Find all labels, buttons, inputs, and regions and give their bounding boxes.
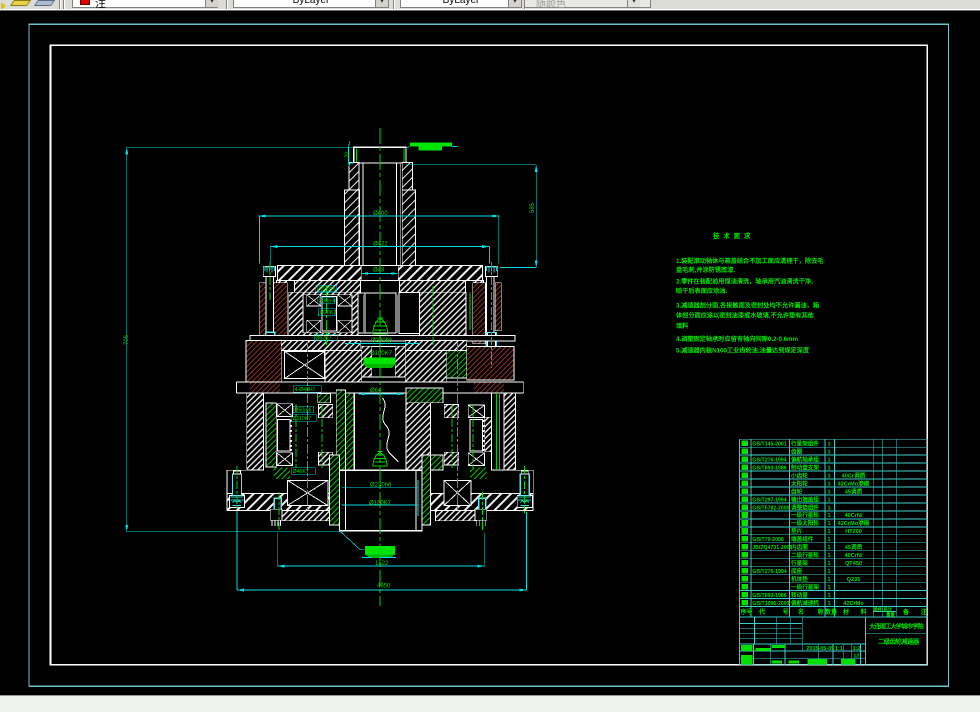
svg-text:1: 1	[828, 561, 831, 567]
svg-text:1: 1	[828, 585, 831, 591]
svg-text:1: 1	[828, 465, 831, 471]
svg-text:制动盘支架: 制动盘支架	[791, 463, 819, 471]
svg-text:12: 12	[853, 653, 859, 659]
svg-text:4650: 4650	[377, 584, 391, 590]
svg-text:输出端盖组: 输出端盖组	[791, 495, 819, 503]
svg-text:1: 1	[828, 450, 831, 456]
svg-text:585: 585	[530, 202, 536, 213]
svg-text:底座: 底座	[791, 567, 803, 575]
svg-text:GB/T70-2008: GB/T70-2008	[752, 537, 784, 543]
svg-text:5.减速器内装N100工业齿轮油,油量达到规定深度: 5.减速器内装N100工业齿轮油,油量达到规定深度	[676, 347, 810, 355]
svg-text:序号: 序号	[740, 608, 753, 616]
svg-text:数量: 数量	[825, 608, 837, 616]
svg-text:Ø180K7: Ø180K7	[369, 500, 392, 506]
svg-text:1: 1	[828, 473, 831, 479]
svg-text:Ø64: Ø64	[370, 388, 382, 394]
svg-text:晾干后表面应涂油.: 晾干后表面应涂油.	[676, 287, 727, 295]
svg-text:1:2: 1:2	[853, 646, 861, 652]
svg-text:20: 20	[345, 152, 351, 158]
svg-text:705: 705	[124, 334, 130, 345]
svg-text:1: 1	[828, 457, 831, 463]
svg-text:1: 1	[828, 553, 831, 559]
svg-text:3.减速器剖分面,各接触面及密封处均不允许漏油，箱: 3.减速器剖分面,各接触面及密封处均不允许漏油，箱	[676, 302, 819, 310]
svg-text:Ø400: Ø400	[373, 211, 388, 217]
svg-text:内齿圈: 内齿圈	[791, 543, 808, 551]
svg-text:偏航减速机: 偏航减速机	[791, 599, 819, 607]
svg-text:齿圈: 齿圈	[791, 448, 803, 456]
svg-text:偏航轴承组: 偏航轴承组	[791, 455, 819, 463]
svg-text:Ø422: Ø422	[373, 241, 388, 247]
svg-text:1: 1	[828, 537, 831, 543]
svg-text:45调质: 45调质	[845, 543, 863, 551]
svg-text:1:1: 1:1	[835, 646, 843, 652]
svg-text:1: 1	[828, 577, 831, 583]
svg-text:GB/T1096-2003: GB/T1096-2003	[752, 601, 789, 607]
svg-text:1522: 1522	[375, 561, 389, 567]
svg-text:1: 1	[828, 505, 831, 511]
svg-text:填料: 填料	[676, 322, 689, 330]
svg-text:二级齿轮减速器: 二级齿轮减速器	[878, 637, 920, 646]
svg-text:行星架组件: 行星架组件	[790, 440, 819, 448]
svg-text:Ø180K7: Ø180K7	[370, 351, 393, 357]
svg-text:转动盖: 转动盖	[791, 591, 808, 599]
svg-text:GB/T297-1994: GB/T297-1994	[752, 497, 786, 503]
svg-text:4.调整固定轴承时应留有轴向间隙0.2-0.6mm: 4.调整固定轴承时应留有轴向间隙0.2-0.6mm	[676, 335, 799, 343]
svg-text:2.零件在装配前用煤油清洗，轴承用汽油清洗干净,: 2.零件在装配前用煤油清洗，轴承用汽油清洗干净,	[676, 278, 813, 286]
svg-text:1: 1	[828, 521, 831, 527]
svg-text:1: 1	[828, 569, 831, 575]
svg-text:QT450: QT450	[845, 561, 862, 567]
svg-text:42CrMo: 42CrMo	[843, 601, 864, 607]
svg-text:二级行星轮: 二级行星轮	[791, 551, 819, 559]
svg-text:一级太阳轮: 一级太阳轮	[791, 519, 819, 527]
svg-text:GB/T145-2001: GB/T145-2001	[752, 442, 786, 448]
svg-text:Ø230h6: Ø230h6	[370, 483, 392, 489]
svg-text:45调质: 45调质	[845, 487, 863, 495]
svg-text:GB/T276-1994: GB/T276-1994	[752, 569, 786, 575]
svg-text:技 术 要 求: 技 术 要 求	[713, 231, 751, 240]
svg-text:一级行星轮: 一级行星轮	[791, 511, 819, 519]
svg-text:1: 1	[828, 489, 831, 495]
svg-text:GB/T5782-2000: GB/T5782-2000	[752, 505, 789, 511]
svg-text:垫片: 垫片	[791, 527, 803, 535]
svg-text:1: 1	[828, 601, 831, 607]
svg-text:备 注: 备 注	[902, 608, 932, 616]
svg-text:大连理工大学城市学院: 大连理工大学城市学院	[869, 623, 924, 631]
svg-text:40CrNi: 40CrNi	[844, 513, 862, 519]
svg-text:端盖组件: 端盖组件	[791, 535, 814, 543]
svg-text:机体垫: 机体垫	[791, 575, 808, 583]
svg-text:体剖分面应涂以密封油漆或水玻璃,不允许垫有其他: 体剖分面应涂以密封油漆或水玻璃,不允许垫有其他	[676, 312, 815, 320]
svg-text:JB/ZQ4731-2006: JB/ZQ4731-2006	[752, 545, 792, 551]
svg-text:40CrNi: 40CrNi	[844, 553, 862, 559]
svg-text:Q235: Q235	[847, 577, 861, 583]
svg-text:1.装配滚动轴体与箱盖结合不加工面应清理干，除去毛: 1.装配滚动轴体与箱盖结合不加工面应清理干，除去毛	[676, 257, 824, 265]
svg-text:1: 1	[828, 497, 831, 503]
svg-text:Ø230h6: Ø230h6	[371, 338, 393, 344]
svg-text:GB/T893-1986: GB/T893-1986	[752, 593, 786, 599]
svg-text:1: 1	[828, 513, 831, 519]
svg-text:42CrMo渗碳: 42CrMo渗碳	[838, 479, 870, 487]
svg-text:1: 1	[828, 442, 831, 448]
svg-text:代 号: 代 号	[758, 608, 797, 616]
svg-text:行星架: 行星架	[790, 559, 808, 567]
svg-text:1: 1	[828, 545, 831, 551]
svg-text:42CrMo渗碳: 42CrMo渗碳	[838, 519, 870, 527]
svg-text:小齿轮: 小齿轮	[791, 471, 808, 479]
svg-text:一级行星架: 一级行星架	[791, 583, 819, 591]
svg-text:HT200: HT200	[845, 529, 862, 535]
svg-text:太阳轮: 太阳轮	[791, 479, 808, 487]
svg-text:1: 1	[828, 529, 831, 535]
svg-text:齿轮: 齿轮	[791, 487, 803, 495]
svg-text:1: 1	[828, 593, 831, 599]
svg-text:1: 1	[828, 481, 831, 487]
svg-text:GB/T276-1994: GB/T276-1994	[752, 457, 786, 463]
svg-text:2015-05-05: 2015-05-05	[807, 646, 835, 652]
svg-text:Ø48: Ø48	[373, 268, 385, 274]
svg-text:GB/T893-1986: GB/T893-1986	[752, 465, 786, 471]
svg-text:盘毛刺,并涂防锈底漆.: 盘毛刺,并涂防锈底漆.	[676, 266, 735, 274]
svg-text:调整垫组件: 调整垫组件	[791, 503, 819, 511]
svg-text:重量: 重量	[886, 611, 895, 618]
svg-text:40Cr调质: 40Cr调质	[842, 471, 866, 479]
svg-text:材 料: 材 料	[842, 608, 872, 616]
